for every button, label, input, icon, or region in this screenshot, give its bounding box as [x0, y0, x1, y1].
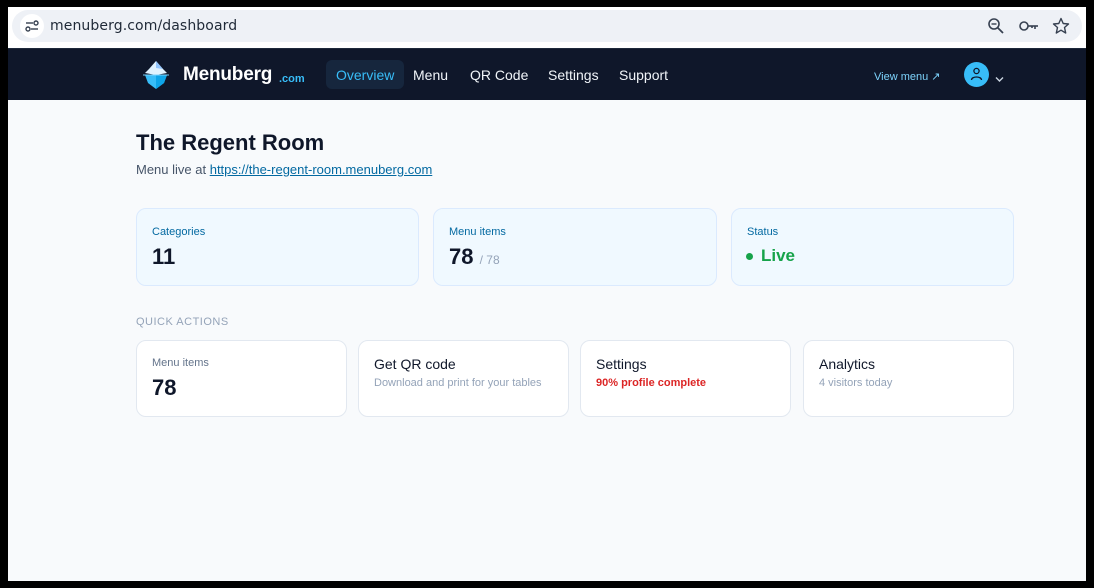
site-settings-icon[interactable] — [20, 14, 44, 38]
stat-card-menu-items: Menu items 78 / 78 — [433, 208, 717, 286]
key-icon[interactable] — [1018, 17, 1040, 35]
action-card-menu-items[interactable]: Menu items 78 — [136, 340, 347, 417]
live-menu-link[interactable]: https://the-regent-room.menuberg.com — [210, 162, 433, 177]
page-title: The Regent Room — [136, 130, 325, 155]
action-title: Analytics — [819, 356, 876, 372]
app-navbar: Menuberg .com Overview Menu QR Code Sett… — [8, 48, 1086, 100]
browser-window: menuberg.com/dashboard Menuberg .com Ove… — [8, 7, 1086, 581]
action-title: Settings — [596, 356, 647, 372]
nav-overview[interactable]: Overview — [326, 60, 405, 89]
nav-settings[interactable]: Settings — [548, 67, 599, 83]
profile-completion-text: 90% profile complete — [596, 377, 707, 389]
browser-toolbar: menuberg.com/dashboard — [8, 7, 1086, 48]
action-card-qr-code[interactable]: Get QR code Download and print for your … — [358, 340, 569, 417]
action-card-settings[interactable]: Settings 90% profile complete — [580, 340, 791, 417]
stat-value: 78 — [449, 244, 474, 269]
action-card-analytics[interactable]: Analytics 4 visitors today — [803, 340, 1014, 417]
star-icon[interactable] — [1052, 17, 1070, 35]
stat-card-categories: Categories 11 — [136, 208, 419, 286]
iceberg-logo-icon[interactable] — [143, 60, 169, 90]
zoom-icon[interactable] — [987, 17, 1005, 35]
stat-card-status: Status Live — [731, 208, 1014, 286]
nav-qr-code[interactable]: QR Code — [470, 67, 528, 83]
action-value: 78 — [152, 375, 177, 400]
status-badge: Live — [761, 246, 796, 265]
stat-label: Status — [747, 226, 779, 238]
stat-label: Categories — [152, 226, 206, 238]
chevron-down-icon[interactable] — [995, 70, 1004, 88]
stat-label: Menu items — [449, 226, 506, 238]
action-description: 4 visitors today — [819, 377, 893, 389]
live-status-dot — [746, 253, 753, 260]
nav-menu[interactable]: Menu — [413, 67, 448, 83]
brand-suffix: .com — [279, 73, 305, 85]
view-menu-link[interactable]: View menu ↗ — [874, 70, 941, 83]
action-title: Menu items — [152, 357, 209, 369]
stat-total: / 78 — [479, 253, 500, 267]
brand-name[interactable]: Menuberg — [183, 64, 272, 86]
subtitle-prefix: Menu live at — [136, 162, 207, 177]
action-description: Download and print for your tables — [374, 377, 542, 389]
stat-value: 11 — [152, 244, 176, 269]
quick-actions-heading: QUICK ACTIONS — [136, 316, 229, 328]
page-subtitle: Menu live at https://the-regent-room.men… — [136, 162, 432, 177]
nav-support[interactable]: Support — [619, 67, 668, 83]
address-bar[interactable]: menuberg.com/dashboard — [12, 10, 1082, 42]
url-text[interactable]: menuberg.com/dashboard — [50, 18, 237, 34]
action-title: Get QR code — [374, 356, 456, 372]
avatar[interactable] — [964, 62, 989, 87]
stat-value-group: 78 / 78 — [449, 244, 500, 270]
